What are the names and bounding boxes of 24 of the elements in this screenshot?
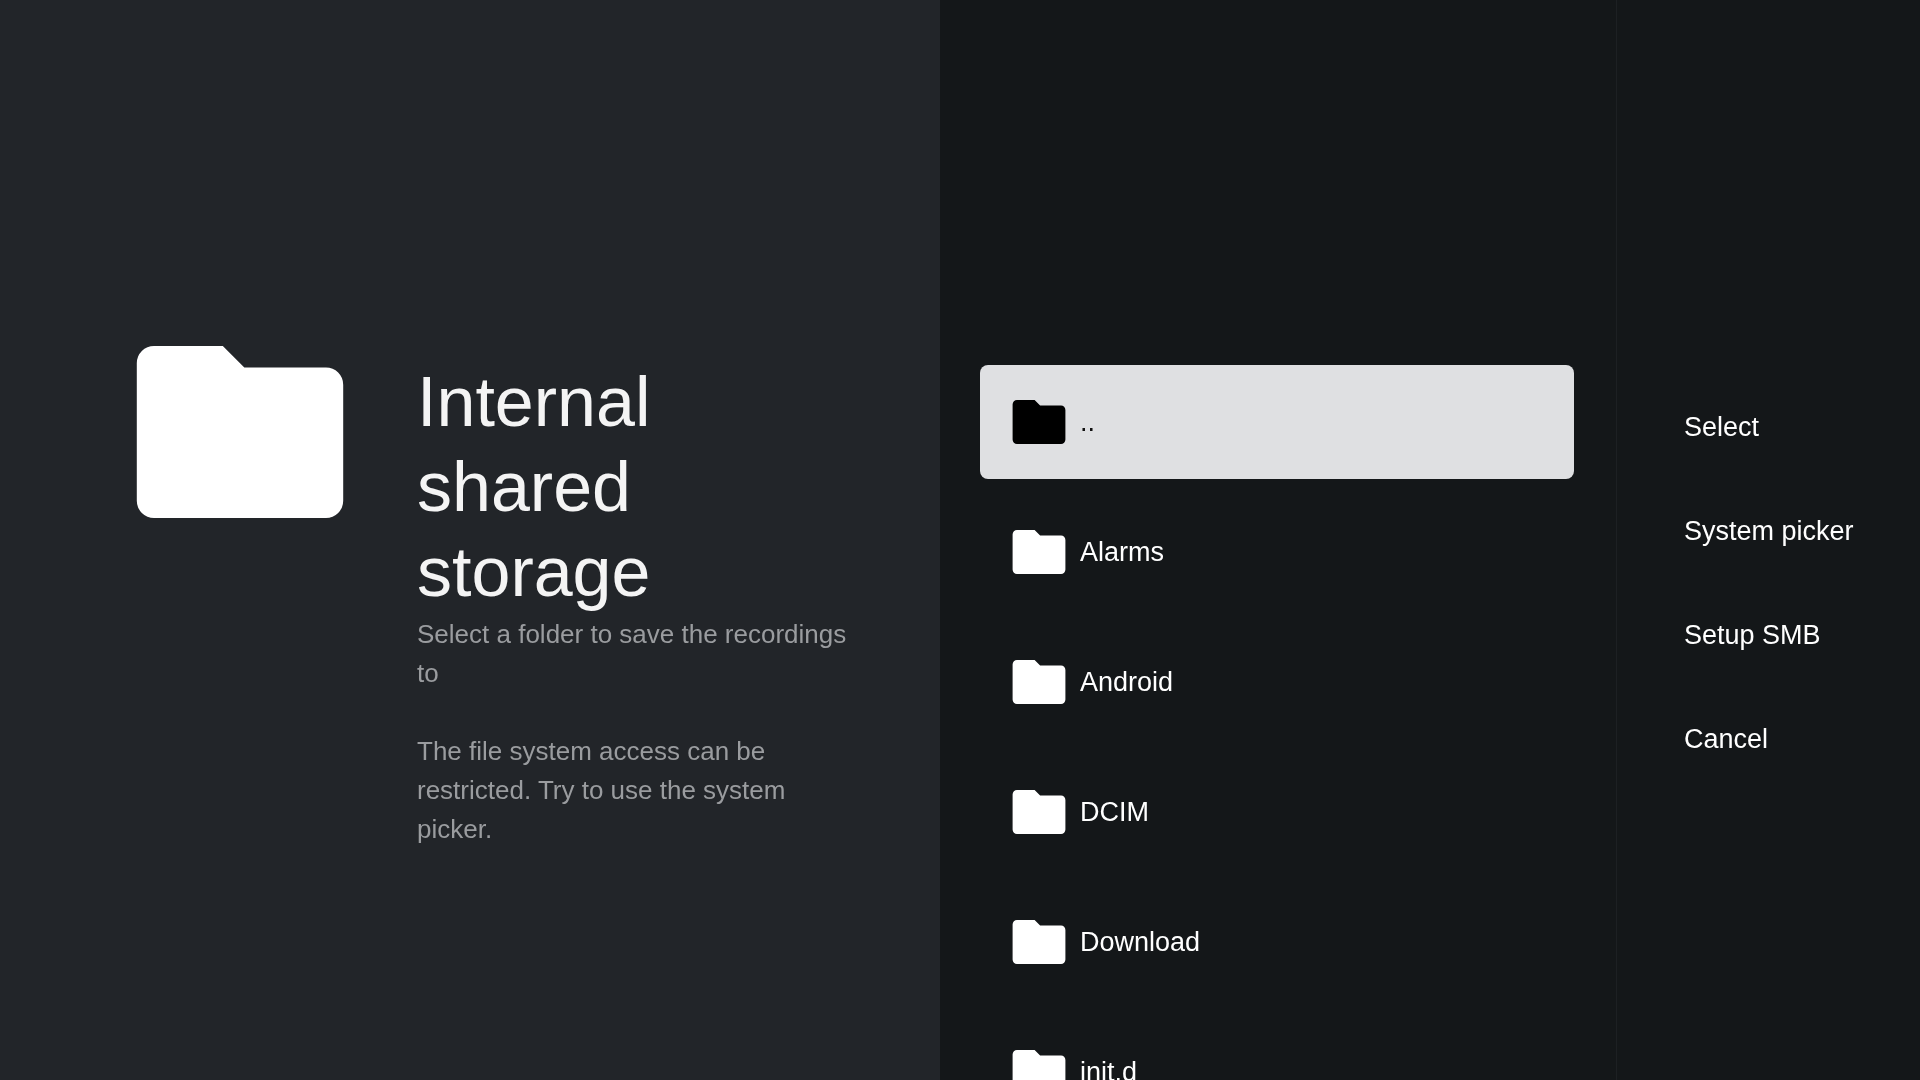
note-text: The file system access can be restricted. Try to use the system picker. [417,735,787,846]
folder-name: Android [1080,666,1174,698]
folder-item[interactable]: .. [980,365,1574,479]
action-item[interactable]: System picker [1684,509,1854,553]
folder-icon [1012,920,1066,964]
folder-item[interactable]: Android [980,625,1574,739]
folder-name: Download [1080,926,1201,958]
folder-item[interactable]: init.d [980,1015,1574,1080]
action-item[interactable]: Select [1684,405,1760,449]
folder-name: .. [1080,406,1095,438]
storage-title: Internal shared storage [417,362,652,613]
description-text: Select a folder to save the recordings to [417,618,848,690]
folder-item[interactable]: DCIM [980,755,1574,869]
folder-name: init.d [1080,1056,1138,1080]
folder-name: Alarms [1080,536,1164,568]
folder-name: DCIM [1080,796,1149,828]
action-item[interactable]: Cancel [1684,717,1769,761]
folder-icon [1012,660,1066,704]
folder-item[interactable]: Download [980,885,1574,999]
action-item[interactable]: Setup SMB [1684,613,1821,657]
folder-item[interactable]: Alarms [980,495,1574,609]
folder-icon [1012,790,1066,834]
folder-icon [1012,530,1066,574]
folder-icon [1012,400,1066,444]
